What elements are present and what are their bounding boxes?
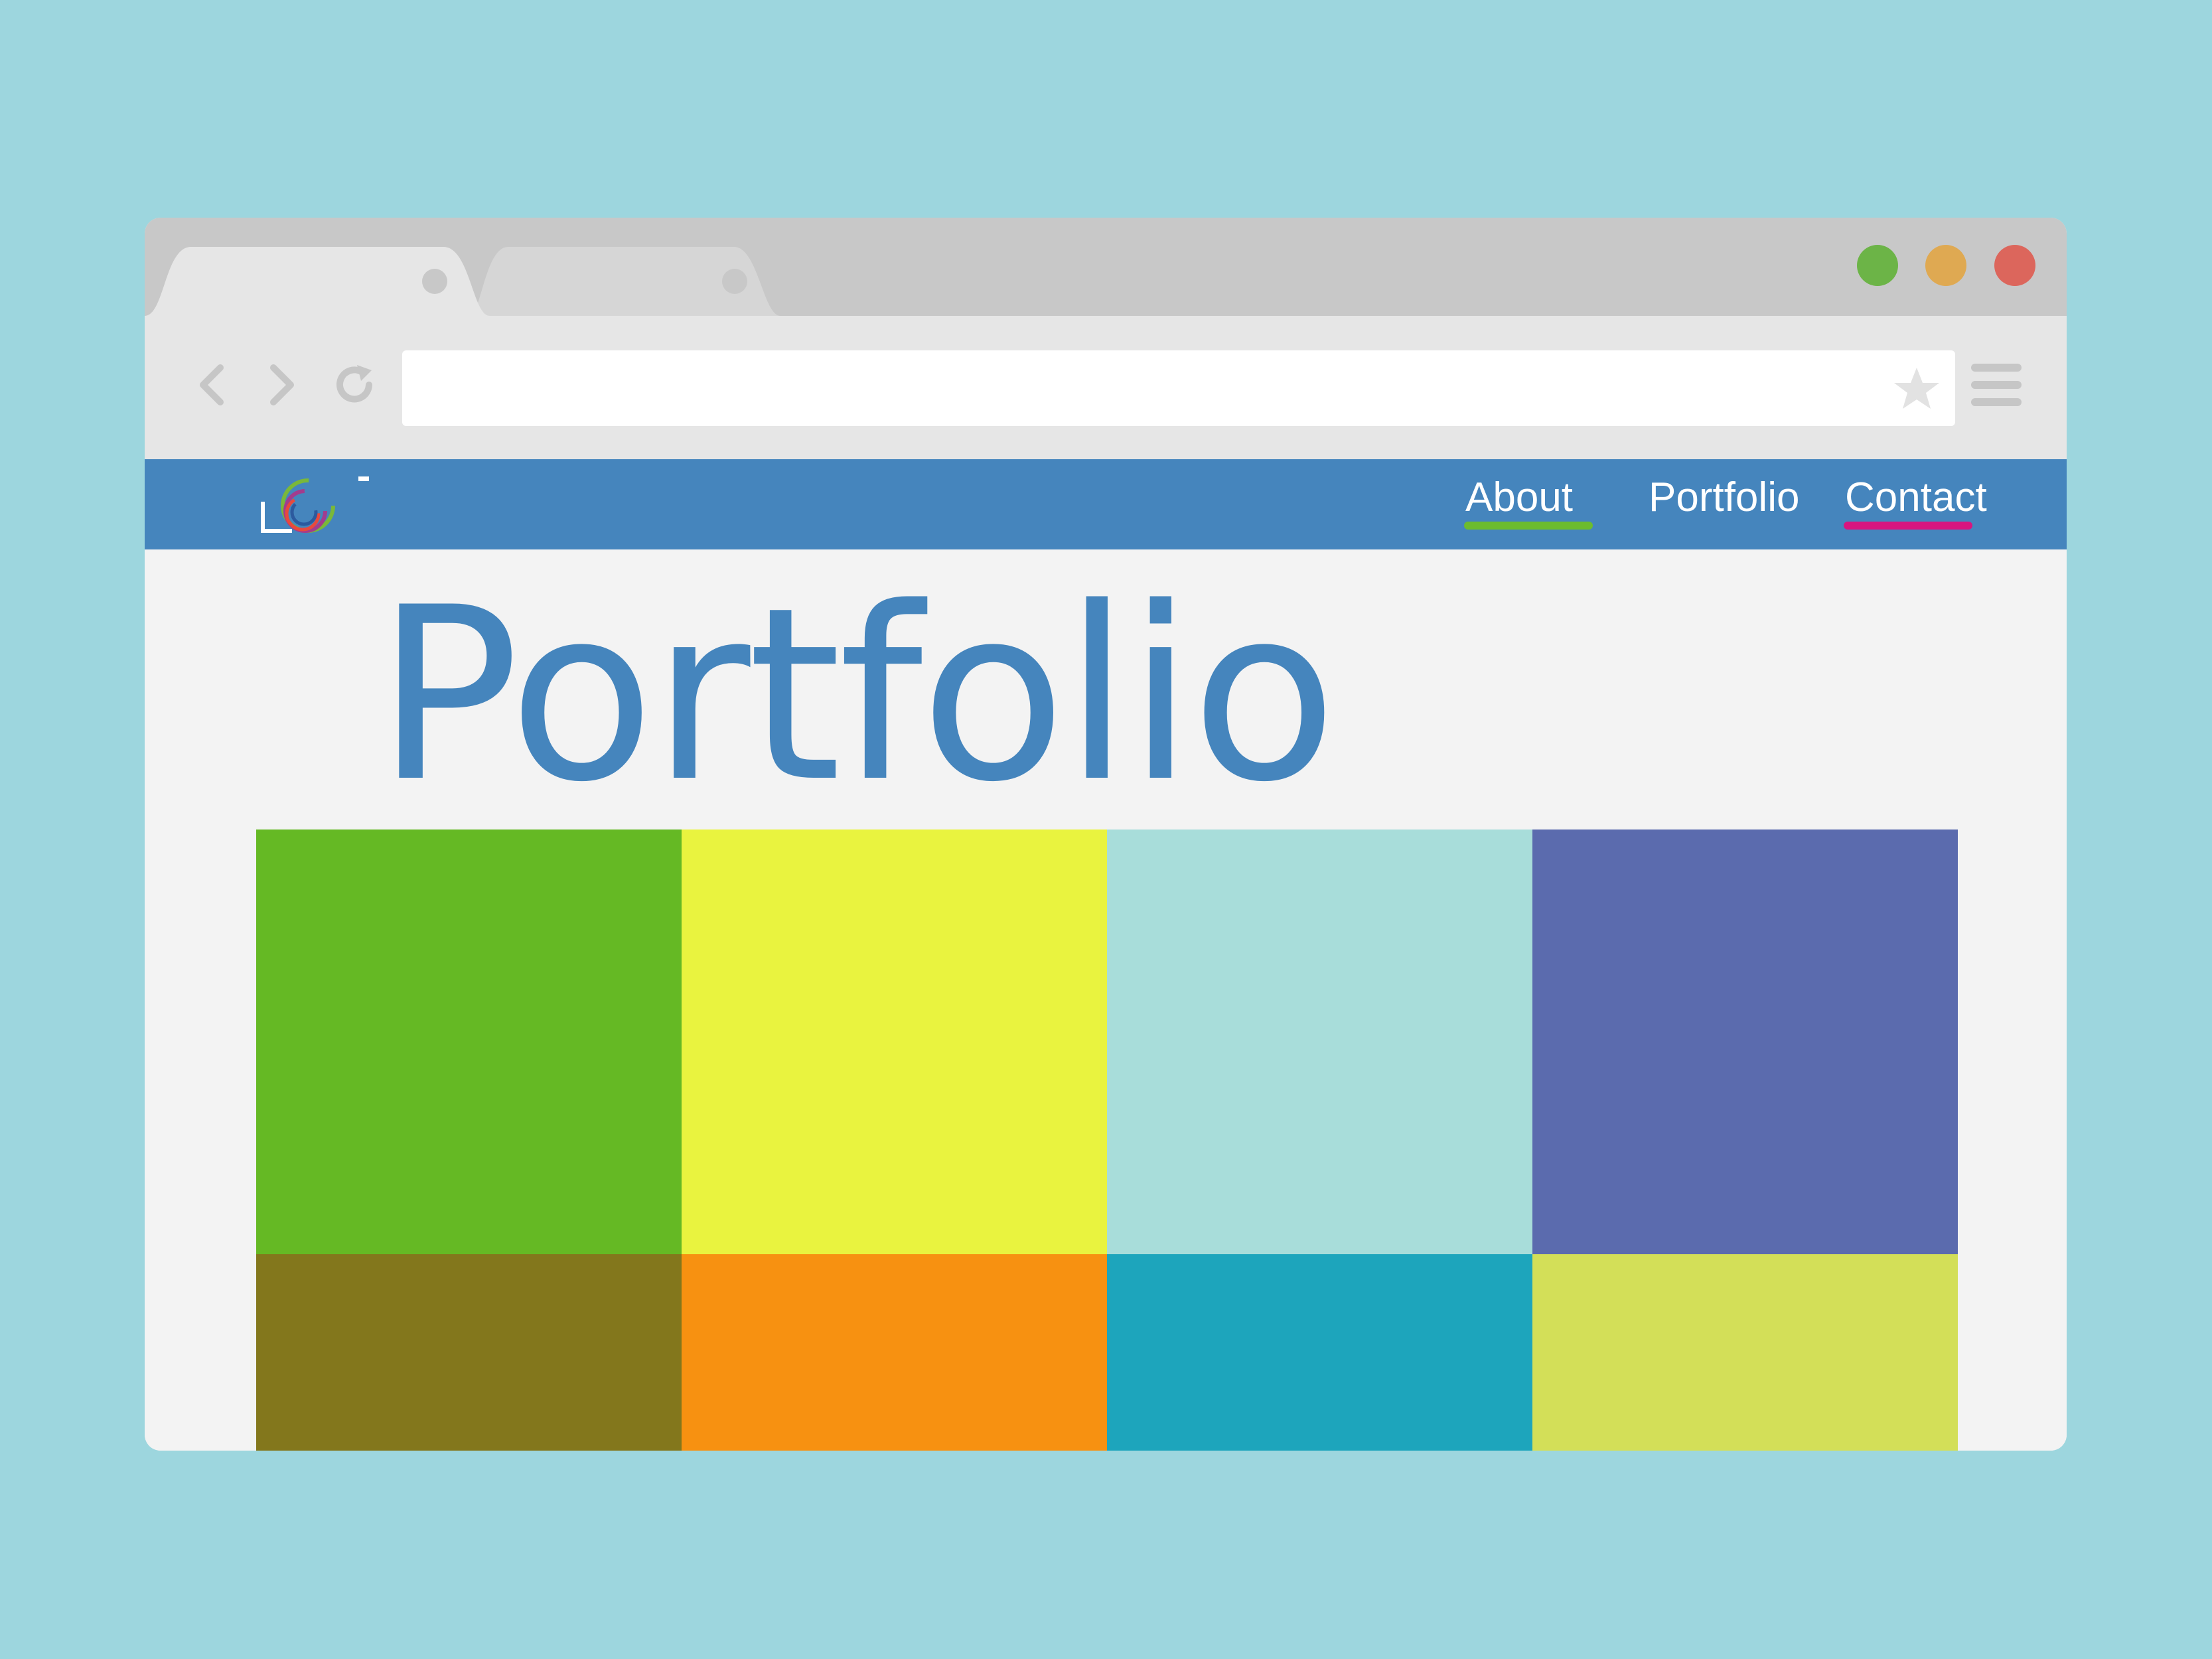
menu-line [1971,398,2022,406]
logo-icon [261,476,369,533]
portfolio-tile[interactable] [1107,1254,1532,1451]
tab-inactive[interactable] [469,247,780,316]
nav-link-contact[interactable]: Contact [1845,471,1987,524]
hamburger-menu-icon[interactable] [1971,364,2022,411]
tab-bar [145,218,2067,316]
back-button[interactable] [187,358,240,411]
portfolio-grid [256,830,1958,1451]
portfolio-tile[interactable] [682,1254,1107,1451]
page-content: Portfolio [145,549,2067,1451]
star-icon [1894,368,1939,409]
portfolio-tile[interactable] [256,830,682,1254]
nav-link-about[interactable]: About [1465,471,1573,524]
tab-close-icon[interactable] [422,269,447,294]
tab-close-icon[interactable] [722,269,747,294]
minimize-button[interactable] [1925,245,1966,286]
browser-toolbar [145,316,2067,459]
chevron-left-icon [200,364,224,405]
nav-underline-about [1464,522,1593,530]
reload-icon [336,365,372,403]
browser-window: About Portfolio Contact Portfolio [145,218,2067,1451]
menu-line [1971,364,2022,372]
close-window-button[interactable] [1994,245,2035,286]
portfolio-tile[interactable] [1532,1254,1958,1451]
site-navbar: About Portfolio Contact [145,459,2067,549]
portfolio-tile[interactable] [256,1254,682,1451]
reload-button[interactable] [328,358,381,411]
portfolio-tile[interactable] [1532,830,1958,1254]
site-logo[interactable] [258,465,370,541]
chevron-right-icon [270,364,294,405]
page-title: Portfolio [376,556,1337,834]
portfolio-tile[interactable] [682,830,1107,1254]
menu-line [1971,381,2022,389]
address-bar-input[interactable] [402,350,1955,426]
forward-button[interactable] [254,358,307,411]
bookmark-star-icon[interactable] [1890,362,1943,415]
nav-underline-contact [1844,522,1972,530]
maximize-button[interactable] [1857,245,1898,286]
tab-active[interactable] [145,247,490,316]
portfolio-tile[interactable] [1107,830,1532,1254]
nav-link-portfolio[interactable]: Portfolio [1649,471,1799,524]
